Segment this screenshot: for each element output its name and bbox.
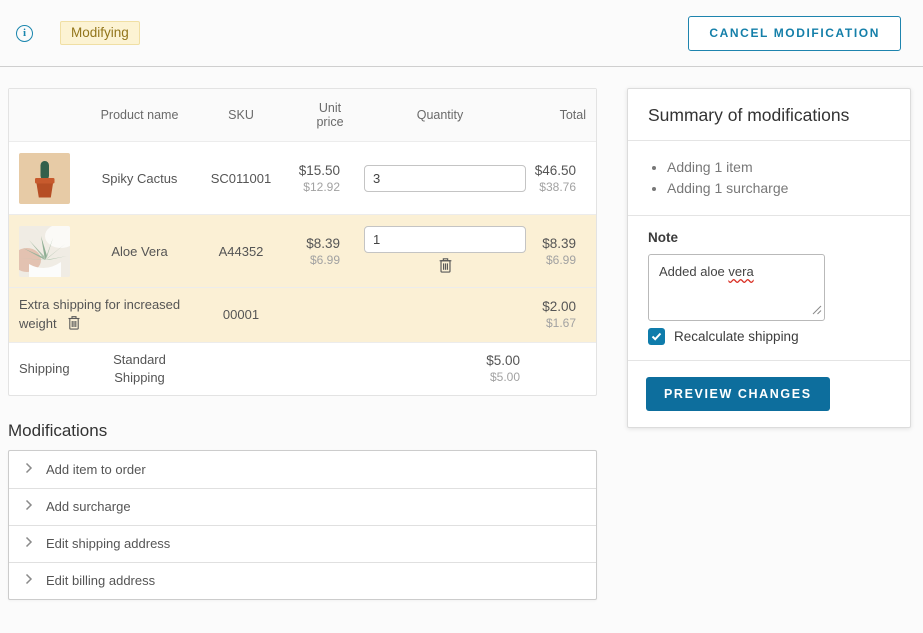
summary-panel-title: Summary of modifications <box>628 89 910 141</box>
chevron-right-icon <box>24 499 33 514</box>
summary-panel-footer: PREVIEW CHANGES <box>628 361 910 427</box>
resize-grip-icon[interactable] <box>812 303 822 318</box>
accordion-add-item-to-order[interactable]: Add item to order <box>9 451 596 488</box>
table-row-aloe-vera: Aloe Vera A44352 $8.39 $6.99 <box>9 214 596 287</box>
line-total-secondary: $6.99 <box>530 253 576 267</box>
table-row-spiky-cactus: Spiky Cactus SC011001 $15.50 $12.92 $46.… <box>9 141 596 214</box>
surcharge-total-secondary: $1.67 <box>530 316 576 330</box>
shipping-total: $5.00 <box>350 353 520 368</box>
product-sku: SC011001 <box>202 171 280 186</box>
product-sku: A44352 <box>202 244 280 259</box>
line-total-secondary: $38.76 <box>530 180 576 194</box>
note-textarea[interactable]: Added aloe vera <box>648 254 825 321</box>
accordion-label: Add item to order <box>46 462 146 477</box>
shipping-label: Shipping <box>19 361 77 376</box>
chevron-right-icon <box>24 462 33 477</box>
order-items-table: Product name SKU Unit price Quantity Tot… <box>8 88 597 396</box>
accordion-label: Edit shipping address <box>46 536 170 551</box>
surcharge-label-cell: Extra shipping for increased weight <box>19 288 202 342</box>
accordion-label: Add surcharge <box>46 499 131 514</box>
quantity-input-aloe-vera[interactable] <box>364 226 526 253</box>
header-quantity: Quantity <box>350 102 530 128</box>
surcharge-sku: 00001 <box>202 307 280 322</box>
shipping-total-secondary: $5.00 <box>350 370 520 384</box>
header-total: Total <box>530 102 586 128</box>
cancel-modification-button[interactable]: CANCEL MODIFICATION <box>688 16 901 51</box>
modifications-accordion: Add item to order Add surcharge Edit shi… <box>8 450 597 600</box>
chevron-right-icon <box>24 573 33 588</box>
note-label: Note <box>648 230 890 245</box>
header-unit-price: Unit price <box>310 101 350 129</box>
header-product-name: Product name <box>77 102 202 128</box>
accordion-add-surcharge[interactable]: Add surcharge <box>9 488 596 525</box>
status-badge: Modifying <box>60 21 140 45</box>
unit-price: $8.39 <box>280 236 340 251</box>
product-name: Aloe Vera <box>77 244 202 259</box>
checkbox-checked-icon[interactable] <box>648 328 665 345</box>
trash-icon <box>67 318 81 333</box>
table-row-shipping: Shipping Standard Shipping $5.00 $5.00 <box>9 342 596 395</box>
product-name: Spiky Cactus <box>77 171 202 186</box>
product-image-aloe-vera <box>19 226 70 277</box>
unit-price: $15.50 <box>280 163 340 178</box>
info-icon[interactable]: i <box>16 25 33 42</box>
surcharge-label: Extra shipping for increased weight <box>19 297 180 331</box>
summary-bullet-list: Adding 1 item Adding 1 surcharge <box>628 141 910 216</box>
recalculate-shipping-label: Recalculate shipping <box>674 329 799 344</box>
header-sku: SKU <box>202 102 280 128</box>
left-column: Product name SKU Unit price Quantity Tot… <box>8 88 597 600</box>
remove-surcharge-button[interactable] <box>67 315 81 333</box>
product-image-spiky-cactus <box>19 153 70 204</box>
quantity-input-spiky-cactus[interactable] <box>364 165 526 192</box>
top-bar: i Modifying CANCEL MODIFICATION <box>0 0 923 67</box>
summary-of-modifications-panel: Summary of modifications Adding 1 item A… <box>627 88 911 428</box>
main-content: Product name SKU Unit price Quantity Tot… <box>0 67 923 600</box>
accordion-edit-billing-address[interactable]: Edit billing address <box>9 562 596 599</box>
summary-bullet: Adding 1 item <box>667 159 890 175</box>
chevron-right-icon <box>24 536 33 551</box>
line-total: $46.50 <box>530 163 576 178</box>
modifications-title: Modifications <box>8 421 597 441</box>
table-row-surcharge: Extra shipping for increased weight 0000… <box>9 287 596 342</box>
recalculate-shipping-checkbox-row[interactable]: Recalculate shipping <box>648 328 890 345</box>
accordion-edit-shipping-address[interactable]: Edit shipping address <box>9 525 596 562</box>
note-misspelled-word: vera <box>728 264 753 279</box>
note-text: Added aloe <box>659 264 728 279</box>
note-section: Note Added aloe vera Recalculate shippin… <box>628 216 910 361</box>
surcharge-total: $2.00 <box>530 299 576 314</box>
preview-changes-button[interactable]: PREVIEW CHANGES <box>646 377 830 411</box>
trash-icon <box>438 261 453 276</box>
remove-item-button[interactable] <box>438 257 453 276</box>
table-header-row: Product name SKU Unit price Quantity Tot… <box>9 89 596 141</box>
summary-bullet: Adding 1 surcharge <box>667 180 890 196</box>
unit-price-secondary: $6.99 <box>280 253 340 267</box>
header-image-col <box>19 109 77 121</box>
line-total: $8.39 <box>530 236 576 251</box>
shipping-method: Standard Shipping <box>104 351 176 387</box>
accordion-label: Edit billing address <box>46 573 155 588</box>
unit-price-secondary: $12.92 <box>280 180 340 194</box>
